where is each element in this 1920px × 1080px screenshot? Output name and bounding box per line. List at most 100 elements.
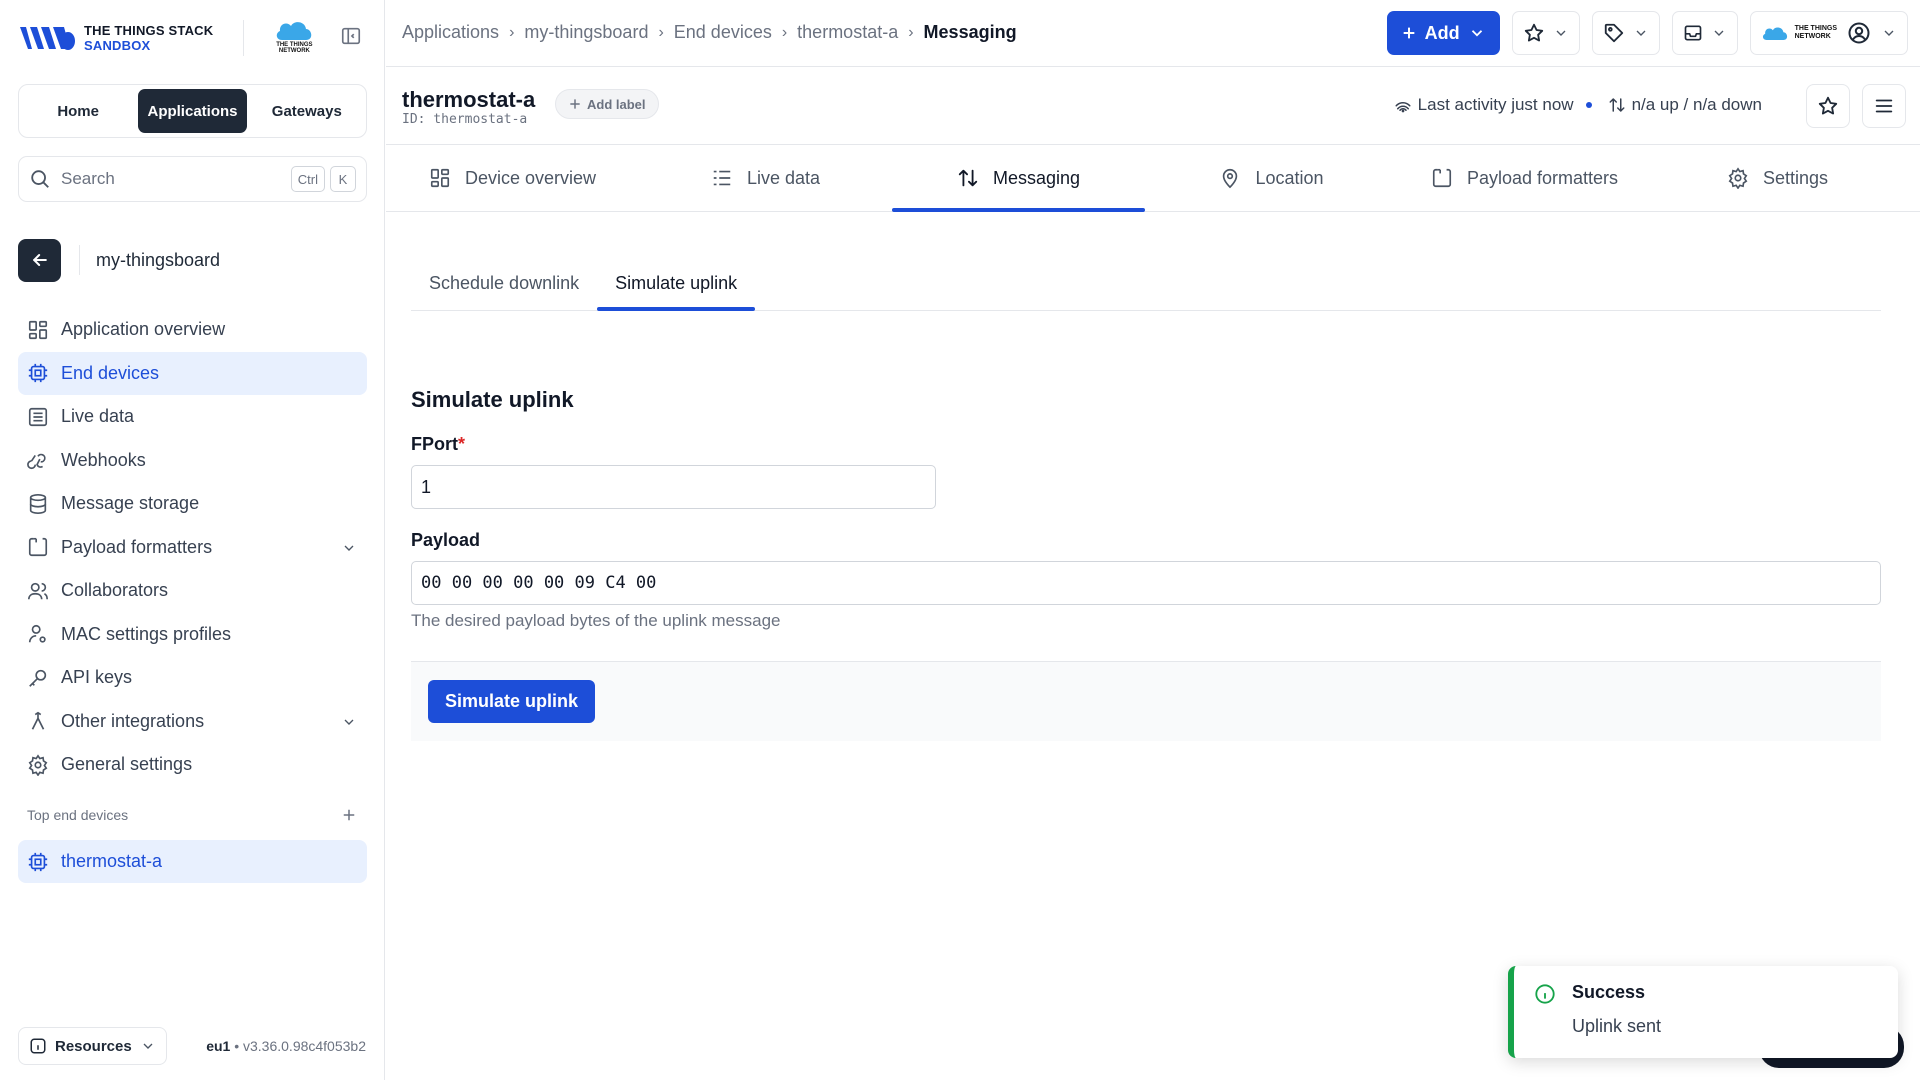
- payload-value: 00 00 00 00 00 09 C4 00: [421, 573, 657, 593]
- key-icon: [29, 669, 47, 687]
- ttn-cloud-icon: [1762, 27, 1787, 40]
- last-activity: Last activity just now: [1417, 95, 1574, 114]
- subtab-simulate-uplink[interactable]: Simulate uplink: [597, 257, 756, 311]
- sidebar-item-general-settings[interactable]: General settings: [18, 743, 367, 786]
- cloud-icon: [277, 22, 312, 40]
- tab-label: Live data: [746, 167, 821, 188]
- switch-applications[interactable]: Applications: [138, 89, 247, 133]
- tab-settings[interactable]: Settings: [1651, 145, 1904, 211]
- breadcrumb-separator: ›: [908, 23, 914, 41]
- tab-location[interactable]: Location: [1145, 145, 1398, 211]
- bookmarks-button[interactable]: [1511, 11, 1580, 55]
- resources-label: Resources: [55, 1037, 132, 1055]
- tag-icon: [1604, 23, 1623, 43]
- sidebar-item-end-devices[interactable]: End devices: [18, 351, 367, 395]
- toast-title: Success: [1572, 982, 1646, 1002]
- tab-messaging[interactable]: Messaging: [892, 145, 1145, 212]
- breadcrumb-application[interactable]: my-thingsboard: [524, 22, 648, 43]
- top-end-device-label: thermostat-a: [61, 851, 163, 871]
- fport-label: FPort*: [411, 434, 1881, 455]
- application-header: my-thingsboard: [18, 238, 366, 282]
- tab-label: Device overview: [464, 167, 597, 188]
- user-menu-button[interactable]: THE THINGS NETWORK: [1749, 11, 1908, 55]
- menu-icon: [1875, 99, 1893, 113]
- sidebar-item-api-keys[interactable]: API keys: [18, 656, 367, 699]
- inbox-button[interactable]: [1671, 11, 1738, 55]
- search-box[interactable]: Search Ctrl K: [18, 156, 367, 202]
- top-end-devices-title: Top end devices: [27, 807, 129, 823]
- chevron-down-icon: [143, 1043, 153, 1049]
- top-end-device-thermostat-a[interactable]: thermostat-a: [18, 840, 367, 883]
- add-button[interactable]: Add: [1386, 11, 1500, 55]
- context-switcher: Home Applications Gateways: [18, 84, 367, 138]
- sidebar-item-label: End devices: [61, 362, 160, 383]
- logo-row: THE THINGS STACK SANDBOX THE THINGS NETW…: [18, 14, 366, 62]
- device-title-block: thermostat-a ID: thermostat-a: [402, 87, 535, 127]
- breadcrumb-device[interactable]: thermostat-a: [797, 22, 898, 43]
- sidebar-item-message-storage[interactable]: Message storage: [18, 482, 367, 525]
- sidebar-footer: Resources eu1 • v3.36.0.98c4f053b2: [18, 1026, 366, 1066]
- add-label-button[interactable]: Add label: [555, 89, 659, 119]
- device-menu-button[interactable]: [1862, 84, 1906, 128]
- add-button-label: Add: [1424, 22, 1460, 43]
- simulate-uplink-button[interactable]: Simulate uplink: [428, 680, 596, 723]
- breadcrumb-separator: ›: [781, 23, 788, 41]
- star-icon: [1818, 96, 1838, 115]
- plus-icon[interactable]: [340, 806, 358, 824]
- the-things-stack-logo-icon: [20, 27, 75, 50]
- gear-icon: [28, 753, 48, 776]
- sidebar-item-application-overview[interactable]: Application overview: [18, 308, 367, 351]
- favorite-device-button[interactable]: [1806, 84, 1850, 128]
- fport-label-text: FPort: [411, 434, 458, 454]
- user-avatar-icon: [1848, 22, 1870, 44]
- arrows-up-down-icon: [958, 169, 978, 187]
- brand-text: THE THINGS STACK SANDBOX: [84, 23, 213, 53]
- divider: [79, 245, 80, 275]
- required-marker: *: [458, 434, 466, 454]
- resources-button[interactable]: Resources: [18, 1027, 167, 1065]
- chevron-down-icon: [344, 545, 354, 551]
- collapse-sidebar-button[interactable]: [340, 25, 366, 51]
- sidebar-item-label: Message storage: [61, 493, 200, 513]
- switch-gateways[interactable]: Gateways: [253, 89, 361, 133]
- code-icon: [1432, 168, 1452, 188]
- fport-input[interactable]: 1: [411, 465, 936, 509]
- payload-hint: The desired payload bytes of the uplink …: [411, 611, 781, 630]
- gear-icon: [1728, 167, 1748, 189]
- chevron-down-icon: [1636, 30, 1646, 36]
- labels-button[interactable]: [1591, 11, 1660, 55]
- tab-live-data[interactable]: Live data: [639, 145, 892, 211]
- sidebar-item-label: Application overview: [61, 319, 226, 339]
- sidebar-item-label: General settings: [61, 754, 193, 774]
- version-info: eu1 • v3.36.0.98c4f053b2: [206, 1038, 366, 1054]
- switch-home[interactable]: Home: [24, 89, 132, 133]
- breadcrumb: Applications › my-thingsboard › End devi…: [402, 22, 1017, 43]
- tab-device-overview[interactable]: Device overview: [386, 145, 639, 211]
- form-title: Simulate uplink: [411, 387, 574, 412]
- sidebar-item-collaborators[interactable]: Collaborators: [18, 569, 367, 612]
- sidebar-item-label: MAC settings profiles: [61, 623, 232, 644]
- success-toast[interactable]: Success Uplink sent: [1508, 966, 1898, 1058]
- sidebar-item-webhooks[interactable]: Webhooks: [18, 439, 367, 482]
- sidebar-item-other-integrations[interactable]: Other integrations: [18, 700, 367, 743]
- search-icon: [31, 170, 49, 188]
- breadcrumb-end-devices[interactable]: End devices: [674, 22, 772, 43]
- sidebar-nav: Application overview End devices Live da…: [18, 308, 367, 787]
- tab-label: Messaging: [992, 167, 1081, 188]
- subtab-schedule-downlink[interactable]: Schedule downlink: [411, 257, 597, 310]
- toast-body: Success Uplink sent: [1572, 982, 1661, 1058]
- chip-icon: [28, 363, 48, 383]
- shortcut-key-k: K: [330, 166, 356, 192]
- messaging-subtabs: Schedule downlink Simulate uplink: [411, 212, 1881, 311]
- payload-input[interactable]: 00 00 00 00 00 09 C4 00: [411, 561, 1881, 605]
- sidebar-item-mac-settings-profiles[interactable]: MAC settings profiles: [18, 613, 367, 656]
- messaging-content: Schedule downlink Simulate uplink Simula…: [411, 212, 1881, 741]
- integrations-icon: [31, 711, 45, 730]
- tab-label: Settings: [1762, 167, 1829, 188]
- breadcrumb-applications[interactable]: Applications: [402, 22, 499, 43]
- tab-payload-formatters[interactable]: Payload formatters: [1398, 145, 1651, 211]
- back-button[interactable]: [18, 238, 61, 282]
- info-circle-icon: [1535, 984, 1555, 1004]
- sidebar-item-payload-formatters[interactable]: Payload formatters: [18, 526, 367, 569]
- sidebar-item-live-data[interactable]: Live data: [18, 395, 367, 438]
